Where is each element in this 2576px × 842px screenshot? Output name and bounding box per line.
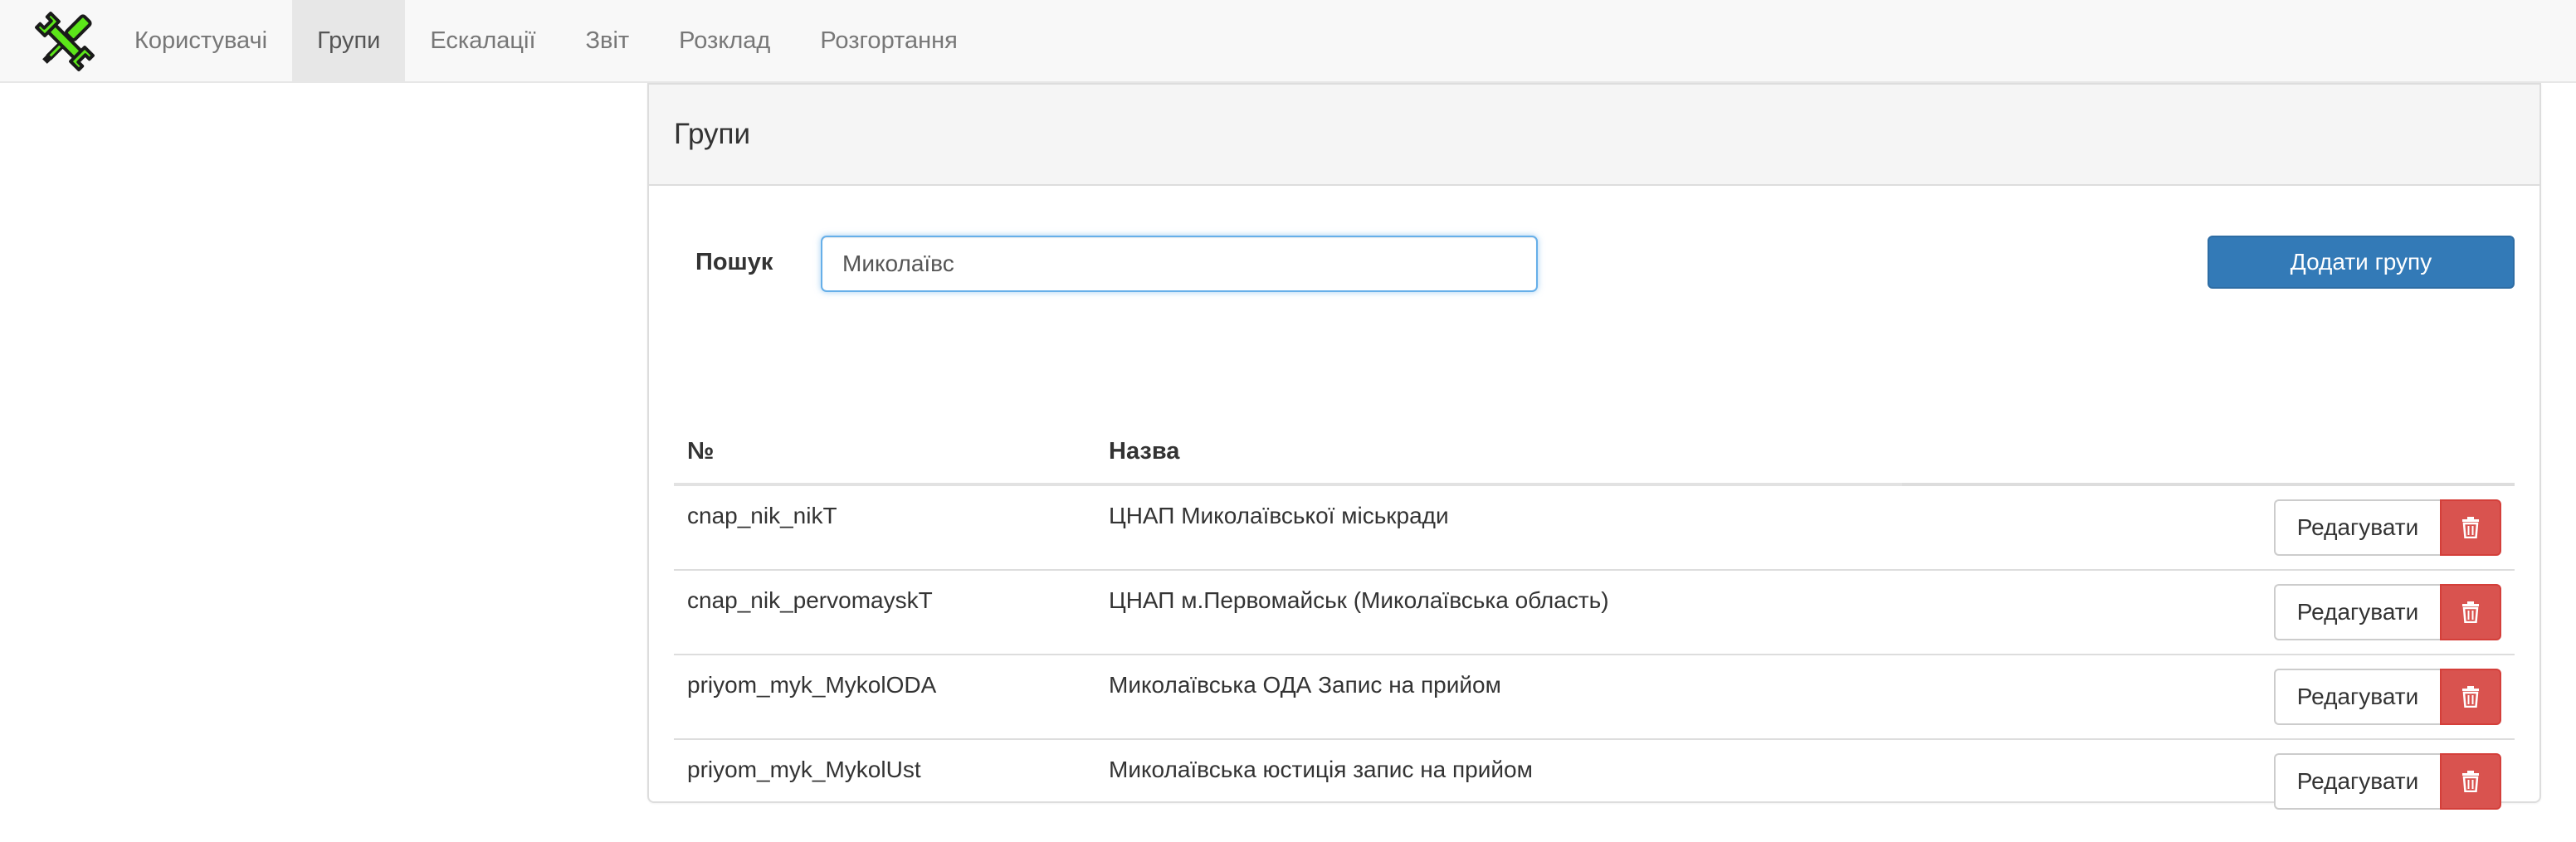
nav-item-groups[interactable]: Групи [292,0,406,81]
search-label: Пошук [695,249,773,275]
group-id: priyom_myk_MykolUst [687,757,921,782]
nav-item-escalations[interactable]: Ескалації [405,0,560,81]
delete-button[interactable] [2440,584,2501,640]
table-row: priyom_myk_MykolODA Миколаївська ОДА Зап… [674,655,2515,740]
group-id: cnap_nik_pervomayskT [687,587,933,613]
nav-item-deployment[interactable]: Розгортання [795,0,983,81]
row-actions: Редагувати [2274,753,2501,810]
trash-icon [2462,517,2479,538]
delete-button[interactable] [2440,499,2501,556]
panel-title: Групи [649,83,2539,186]
edit-button[interactable]: Редагувати [2274,753,2440,810]
search-input[interactable] [821,236,1538,292]
trash-icon [2462,771,2479,792]
wrench-screwdriver-icon[interactable] [30,8,100,75]
edit-button[interactable]: Редагувати [2274,584,2440,640]
row-actions: Редагувати [2274,584,2501,640]
trash-icon [2462,601,2479,623]
row-actions: Редагувати [2274,669,2501,725]
group-name: ЦНАП м.Первомайськ (Миколаївська область… [1109,587,1609,613]
column-header-number: № [687,438,715,465]
add-group-button[interactable]: Додати групу [2208,236,2515,289]
delete-button[interactable] [2440,753,2501,810]
row-actions: Редагувати [2274,499,2501,556]
table-row: cnap_nik_nikT ЦНАП Миколаївської міськра… [674,486,2515,571]
delete-button[interactable] [2440,669,2501,725]
table-row: cnap_nik_pervomayskT ЦНАП м.Первомайськ … [674,571,2515,655]
edit-button[interactable]: Редагувати [2274,499,2440,556]
group-id: priyom_myk_MykolODA [687,672,937,698]
nav-item-users[interactable]: Користувачі [110,0,292,81]
nav-item-report[interactable]: Звіт [561,0,655,81]
column-header-name: Назва [1109,438,1180,465]
nav-item-schedule[interactable]: Розклад [654,0,795,81]
nav-menu: Користувачі Групи Ескалації Звіт Розклад… [110,0,983,81]
group-name: ЦНАП Миколаївської міськради [1109,503,1449,528]
trash-icon [2462,686,2479,708]
groups-panel: Групи Пошук Додати групу № Назва cnap_ni… [647,83,2541,810]
edit-button[interactable]: Редагувати [2274,669,2440,725]
top-navbar: Користувачі Групи Ескалації Звіт Розклад… [0,0,2576,83]
groups-table: № Назва cnap_nik_nikT ЦНАП Миколаївської… [674,416,2515,825]
table-header: № Назва [674,416,2515,486]
group-name: Миколаївська юстиція запис на прийом [1109,757,1533,782]
table-row: priyom_myk_MykolUst Миколаївська юстиція… [674,740,2515,825]
group-id: cnap_nik_nikT [687,503,837,528]
group-name: Миколаївська ОДА Запис на прийом [1109,672,1501,698]
